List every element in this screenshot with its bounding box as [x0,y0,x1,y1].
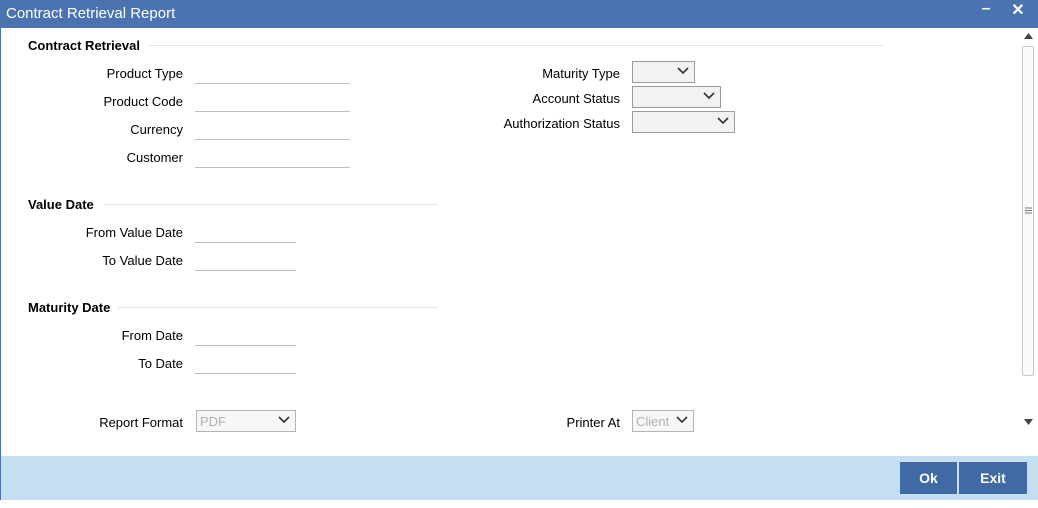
bottom-edge [0,500,1038,508]
report-format-label: Report Format [99,415,183,430]
to-date-label: To Date [138,356,183,371]
vertical-scrollbar[interactable] [1020,28,1037,430]
minimize-button[interactable]: – [976,0,996,22]
authorization-status-select[interactable] [632,111,735,133]
currency-label: Currency [130,122,183,137]
chevron-down-icon [676,416,688,424]
from-value-date-label: From Value Date [85,225,183,240]
currency-input[interactable] [195,120,350,140]
chevron-down-icon [677,67,689,75]
grip-icon [1025,207,1032,214]
from-date-label: From Date [121,328,183,343]
customer-input[interactable] [195,148,350,168]
to-date-input[interactable] [195,354,296,374]
report-format-value: PDF [200,414,226,429]
arrow-up-icon[interactable] [1024,33,1033,39]
chevron-down-icon [278,416,290,424]
scrollbar-thumb[interactable] [1022,46,1034,376]
section-divider [104,204,438,205]
section-divider [118,307,438,308]
section-title-maturity-date: Maturity Date [28,300,111,315]
authorization-status-label: Authorization Status [503,116,620,131]
chevron-down-icon [703,92,715,100]
exit-button[interactable]: Exit [959,462,1027,494]
maturity-type-select[interactable] [632,61,695,83]
ok-button[interactable]: Ok [900,462,957,494]
footer-bar: Ok Exit [0,456,1038,500]
title-bar: Contract Retrieval Report – ✕ [0,0,1038,28]
customer-label: Customer [126,150,183,165]
product-code-label: Product Code [103,94,184,109]
to-value-date-input[interactable] [195,251,296,271]
arrow-down-icon[interactable] [1024,419,1033,425]
product-type-label: Product Type [106,66,183,81]
maturity-type-label: Maturity Type [542,66,620,81]
product-type-input[interactable] [195,64,350,84]
account-status-select[interactable] [632,86,721,108]
from-value-date-input[interactable] [195,223,296,243]
account-status-label: Account Status [532,91,620,106]
window-title: Contract Retrieval Report [6,5,176,22]
to-value-date-label: To Value Date [102,253,183,268]
chevron-down-icon [717,117,729,125]
section-title-contract-retrieval: Contract Retrieval [28,38,140,53]
printer-at-value: Client [636,414,670,429]
section-title-value-date: Value Date [28,197,94,212]
product-code-input[interactable] [195,92,350,112]
from-date-input[interactable] [195,326,296,346]
close-button[interactable]: ✕ [1008,0,1028,22]
printer-at-label: Printer At [566,415,620,430]
section-divider [148,45,884,46]
printer-at-select[interactable]: Client [632,410,694,432]
report-format-select[interactable]: PDF [196,410,296,432]
